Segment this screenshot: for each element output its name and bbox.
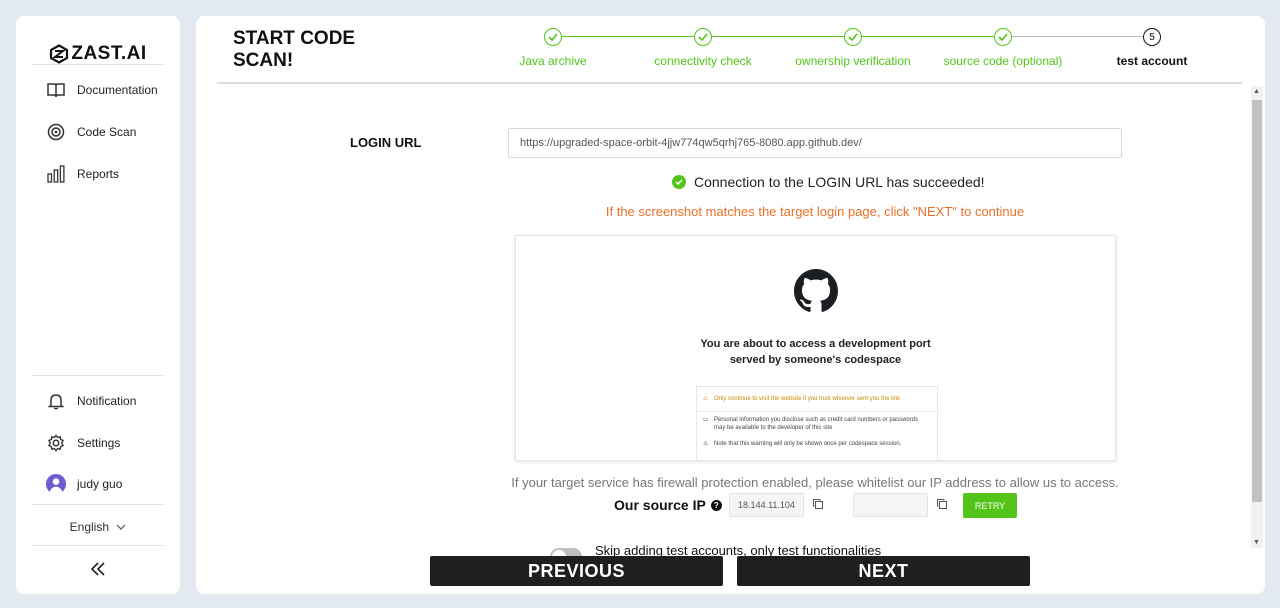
- screenshot-heading: You are about to access a development po…: [700, 338, 931, 366]
- sidebar-item-label: Notification: [77, 394, 137, 408]
- step-connectivity-check[interactable]: connectivity check: [633, 28, 773, 68]
- brand-name: ZAST.AI: [71, 43, 147, 64]
- sidebar: ZAST.AI Documentation Code Scan Reports …: [16, 16, 180, 594]
- divider: [32, 545, 164, 546]
- main-panel: START CODE SCAN! Java archive connectivi…: [196, 16, 1265, 594]
- source-ip-label: Our source IP ?: [614, 497, 722, 513]
- brand-logo[interactable]: ZAST.AI: [16, 43, 180, 65]
- avatar: [46, 474, 66, 494]
- help-icon[interactable]: ?: [710, 499, 722, 511]
- book-icon: [46, 80, 66, 100]
- sidebar-item-label: Reports: [77, 167, 120, 181]
- warning-icon: ⚠: [703, 441, 709, 447]
- double-chevron-left-icon: [90, 562, 105, 576]
- page-title: START CODE SCAN!: [233, 28, 356, 71]
- check-icon: [844, 28, 862, 46]
- divider: [32, 504, 164, 505]
- chevron-down-icon: [116, 524, 126, 530]
- divider: [32, 64, 164, 65]
- step-test-account[interactable]: 5 test account: [1082, 28, 1222, 68]
- step-label: connectivity check: [654, 54, 752, 68]
- step-label: test account: [1116, 54, 1188, 68]
- source-ip-value: 18.144.11.104: [729, 493, 804, 517]
- collapse-sidebar-button[interactable]: [88, 559, 108, 579]
- login-page-screenshot: You are about to access a development po…: [515, 235, 1116, 462]
- language-value: English: [69, 520, 109, 534]
- step-label: ownership verification: [795, 54, 911, 68]
- warning-icon: ⚠: [703, 396, 709, 402]
- github-icon: [794, 269, 838, 312]
- sidebar-item-label: Documentation: [77, 83, 158, 97]
- notice-note: ⚠ Note that this warning will only be sho…: [703, 441, 902, 447]
- previous-button[interactable]: PREVIOUS: [430, 556, 723, 586]
- step-label: source code (optional): [943, 54, 1063, 68]
- step-java-archive[interactable]: Java archive: [483, 28, 623, 68]
- card-icon: ▭: [703, 417, 709, 423]
- step-ownership-verification[interactable]: ownership verification: [783, 28, 923, 68]
- next-button[interactable]: NEXT: [737, 556, 1030, 586]
- retry-button[interactable]: RETRY: [963, 493, 1017, 518]
- scroll-up-arrow-icon[interactable]: ▲: [1253, 88, 1260, 95]
- user-name: judy guo: [77, 477, 123, 491]
- check-icon: [694, 28, 712, 46]
- sidebar-item-code-scan[interactable]: Code Scan: [46, 122, 136, 142]
- copy-icon[interactable]: [936, 498, 948, 510]
- sidebar-item-profile[interactable]: judy guo: [46, 474, 122, 494]
- sidebar-item-documentation[interactable]: Documentation: [46, 80, 158, 100]
- step-label: Java archive: [519, 54, 587, 68]
- scroll-down-arrow-icon[interactable]: ▼: [1253, 539, 1260, 546]
- zast-logo-icon: [50, 44, 69, 64]
- connection-success-message: Connection to the LOGIN URL has succeede…: [672, 174, 985, 190]
- step-number: 5: [1143, 28, 1161, 46]
- sidebar-item-label: Settings: [77, 436, 121, 450]
- continue-hint: If the screenshot matches the target log…: [605, 204, 1025, 219]
- header-divider: [217, 82, 1242, 84]
- firewall-message: If your target service has firewall prot…: [511, 475, 1119, 490]
- notice-info: ▭ Personal information you disclose such …: [703, 417, 919, 431]
- notice-warning: ⚠ Only continue to visit the website if y…: [697, 387, 937, 412]
- success-check-icon: [672, 175, 686, 189]
- divider: [32, 375, 164, 376]
- codespace-notice: ⚠ Only continue to visit the website if y…: [696, 386, 938, 462]
- login-url-label: LOGIN URL: [350, 135, 422, 150]
- sidebar-item-notification[interactable]: Notification: [46, 391, 136, 411]
- scrollbar-thumb[interactable]: [1252, 100, 1262, 502]
- bell-icon: [46, 391, 66, 411]
- sidebar-item-settings[interactable]: Settings: [46, 433, 120, 453]
- check-icon: [544, 28, 562, 46]
- step-source-code[interactable]: source code (optional): [933, 28, 1073, 68]
- gear-icon: [46, 433, 66, 453]
- sidebar-item-reports[interactable]: Reports: [46, 164, 119, 184]
- login-url-input[interactable]: [508, 128, 1122, 158]
- language-select[interactable]: English: [16, 520, 180, 534]
- bar-chart-icon: [46, 164, 66, 184]
- check-icon: [994, 28, 1012, 46]
- success-text: Connection to the LOGIN URL has succeede…: [694, 174, 985, 190]
- source-ip-value-secondary: [853, 493, 928, 517]
- copy-icon[interactable]: [812, 498, 824, 510]
- sidebar-item-label: Code Scan: [77, 125, 137, 139]
- scan-icon: [46, 122, 66, 142]
